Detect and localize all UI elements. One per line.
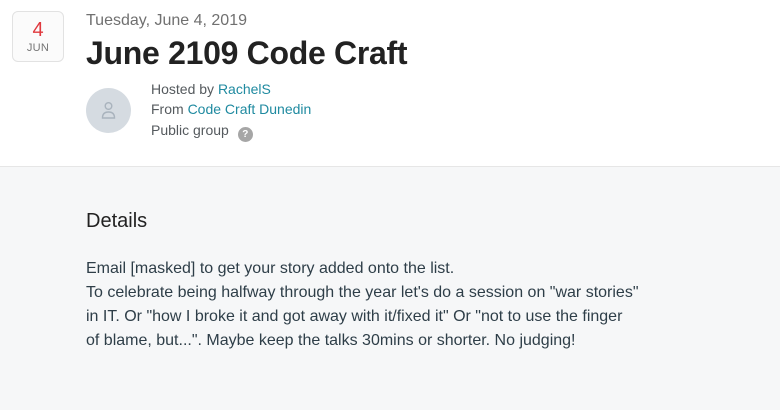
- details-line: To celebrate being halfway through the y…: [86, 284, 639, 301]
- from-group-line: From Code Craft Dunedin: [151, 101, 311, 117]
- from-label: From: [151, 101, 188, 117]
- host-avatar[interactable]: [86, 88, 131, 133]
- date-badge: 4 JUN: [12, 11, 64, 62]
- host-link[interactable]: RachelS: [218, 81, 271, 97]
- hosted-by-line: Hosted by RachelS: [151, 81, 271, 97]
- event-header: 4 JUN Tuesday, June 4, 2019 June 2109 Co…: [0, 0, 780, 167]
- event-date: Tuesday, June 4, 2019: [86, 12, 247, 29]
- details-line: Email [masked] to get your story added o…: [86, 260, 455, 277]
- details-line: in IT. Or "how I broke it and got away w…: [86, 308, 623, 325]
- details-line: of blame, but...". Maybe keep the talks …: [86, 332, 576, 349]
- help-icon[interactable]: ?: [237, 127, 253, 142]
- group-visibility: Public group: [151, 122, 229, 138]
- details-heading: Details: [86, 210, 148, 232]
- user-placeholder-icon: [101, 102, 116, 119]
- date-month: JUN: [26, 42, 50, 54]
- details-body: Email [masked] to get your story added o…: [86, 257, 726, 353]
- hosted-by-label: Hosted by: [151, 81, 218, 97]
- group-link[interactable]: Code Craft Dunedin: [188, 101, 312, 117]
- event-title: June 2109 Code Craft: [86, 35, 408, 71]
- group-visibility-line: Public group?: [151, 122, 253, 142]
- date-day: 4: [32, 19, 44, 41]
